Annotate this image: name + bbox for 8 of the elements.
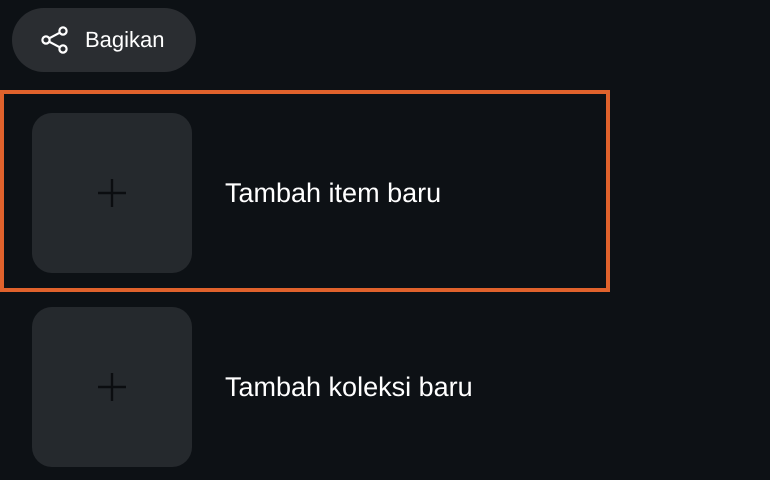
item-label: Tambah item baru <box>225 178 442 208</box>
add-tile[interactable] <box>32 113 192 273</box>
add-tile[interactable] <box>32 307 192 467</box>
share-button[interactable]: Bagikan <box>12 8 196 72</box>
item-label: Tambah koleksi baru <box>225 372 473 402</box>
plus-icon <box>97 178 127 208</box>
item-row[interactable]: Tambah item baru <box>0 90 610 292</box>
plus-icon <box>97 372 127 402</box>
